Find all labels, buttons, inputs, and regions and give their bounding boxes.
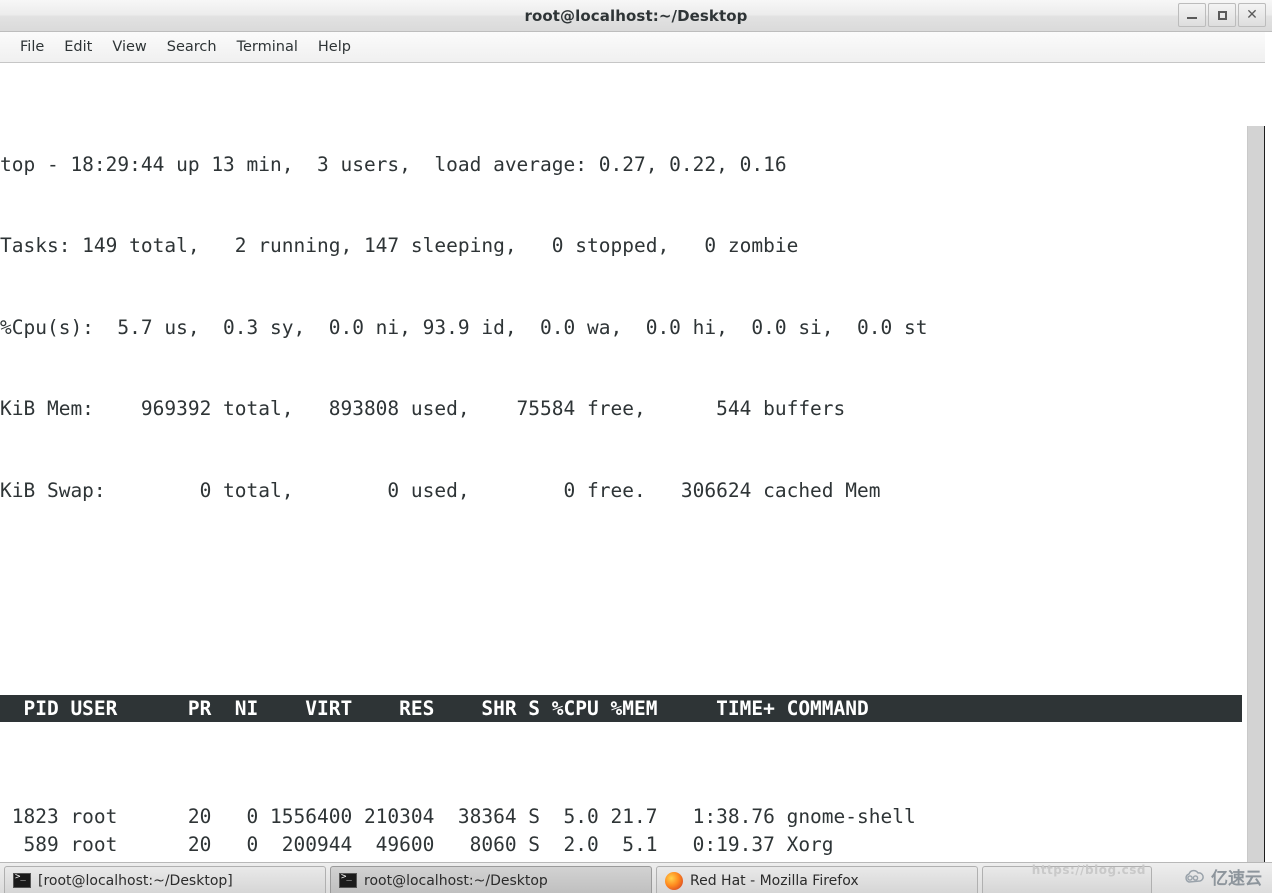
window-title: root@localhost:~/Desktop [524,6,748,25]
top-summary-line-1: top - 18:29:44 up 13 min, 3 users, load … [0,152,787,176]
menu-item-edit[interactable]: Edit [54,37,102,57]
taskbar-item-firefox[interactable]: Red Hat - Mozilla Firefox [656,866,978,893]
window-right-border [1265,32,1272,893]
menu-bar: File Edit View Search Terminal Help [0,32,1272,63]
close-icon: ✕ [1246,7,1258,23]
top-summary-line-2: Tasks: 149 total, 2 running, 147 sleepin… [0,234,799,258]
terminal-scrollbar-thumb[interactable] [1248,126,1265,862]
menu-item-help[interactable]: Help [308,37,361,57]
process-row: 1823 root 20 0 1556400 210304 38364 S 5.… [0,805,916,829]
taskbar-item-terminal-2[interactable]: root@localhost:~/Desktop [330,866,652,893]
terminal-view[interactable]: top - 18:29:44 up 13 min, 3 users, load … [0,63,1272,862]
maximize-button[interactable] [1208,3,1236,27]
process-row: 589 root 20 0 200944 49600 8060 S 2.0 5.… [0,832,834,856]
top-summary-line-4: KiB Mem: 969392 total, 893808 used, 7558… [0,397,846,421]
menu-item-search[interactable]: Search [157,37,227,57]
process-table-body: 1823 root 20 0 1556400 210304 38364 S 5.… [0,803,1242,862]
window-controls: ✕ [1178,3,1266,27]
top-summary-line-5: KiB Swap: 0 total, 0 used, 0 free. 30662… [0,478,881,502]
minimize-button[interactable] [1178,3,1206,27]
terminal-icon [13,872,31,888]
process-table-header: PID USER PR NI VIRT RES SHR S %CPU %MEM … [0,694,1242,722]
desktop-screen: root@localhost:~/Desktop ✕ File Edit Vie… [0,0,1272,893]
terminal-scrollbar[interactable] [1247,126,1265,862]
taskbar-item-label: root@localhost:~/Desktop [364,872,548,889]
taskbar-item-label: Red Hat - Mozilla Firefox [690,872,859,889]
terminal-output: top - 18:29:44 up 13 min, 3 users, load … [0,69,1242,862]
menu-item-terminal[interactable]: Terminal [227,37,308,57]
blank-separator [0,586,1242,613]
minimize-icon [1187,17,1197,19]
window-titlebar[interactable]: root@localhost:~/Desktop ✕ [0,0,1272,32]
watermark-brand: 亿速云 [1182,864,1262,889]
menu-item-file[interactable]: File [10,37,54,57]
taskbar-item-terminal-1[interactable]: [root@localhost:~/Desktop] [4,866,326,893]
firefox-icon [665,871,683,890]
cloud-icon [1185,869,1204,883]
menu-item-view[interactable]: View [102,37,156,57]
maximize-icon [1217,10,1227,20]
terminal-icon [339,872,357,888]
close-button[interactable]: ✕ [1238,3,1266,27]
watermark-url: https://blog.csd [1031,863,1146,877]
top-summary-line-3: %Cpu(s): 5.7 us, 0.3 sy, 0.0 ni, 93.9 id… [0,315,928,339]
taskbar-item-label: [root@localhost:~/Desktop] [38,872,233,889]
watermark-brand-label: 亿速云 [1211,869,1262,889]
